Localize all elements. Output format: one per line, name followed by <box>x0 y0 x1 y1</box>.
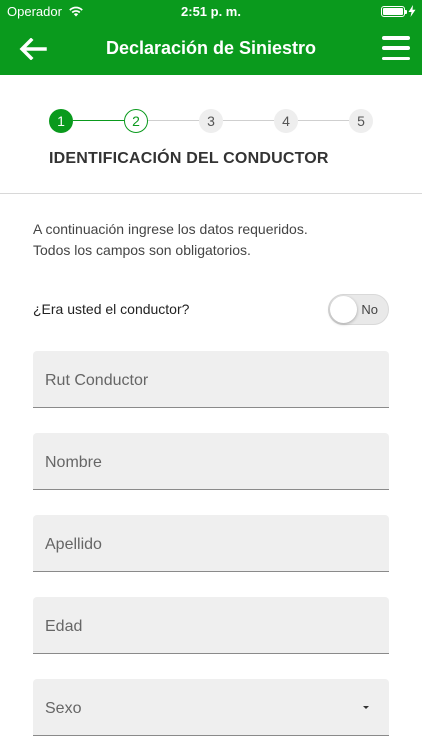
step-3: 3 <box>199 109 223 133</box>
step-connector <box>73 120 124 121</box>
apellido-label: Apellido <box>45 536 102 553</box>
intro-text: A continuación ingrese los datos requeri… <box>33 219 308 261</box>
driver-toggle[interactable]: No <box>328 294 389 325</box>
wifi-icon <box>69 6 83 17</box>
sexo-label: Sexo <box>45 700 82 717</box>
nombre-label: Nombre <box>45 454 102 471</box>
step-1: 1 <box>49 109 73 133</box>
charging-bolt-icon <box>408 5 416 17</box>
intro-line-2: Todos los campos son obligatorios. <box>33 242 251 258</box>
step-connector <box>148 120 199 121</box>
sexo-select[interactable]: Sexo <box>33 679 389 736</box>
driver-toggle-label: ¿Era usted el conductor? <box>33 301 190 317</box>
edad-field[interactable]: Edad <box>33 597 389 654</box>
hamburger-menu-icon[interactable] <box>382 36 410 60</box>
apellido-field[interactable]: Apellido <box>33 515 389 572</box>
step-2: 2 <box>124 109 148 133</box>
step-5: 5 <box>349 109 373 133</box>
battery-icon <box>381 5 407 17</box>
step-4: 4 <box>274 109 298 133</box>
carrier-name: Operador <box>7 3 62 19</box>
caret-down-icon <box>363 706 369 709</box>
stepper-section: 1 2 3 4 5 IDENTIFICACIÓN DEL CONDUCTOR <box>0 75 422 194</box>
toggle-value: No <box>361 302 378 317</box>
edad-label: Edad <box>45 618 83 635</box>
step-connector <box>298 120 349 121</box>
toggle-knob <box>330 296 357 323</box>
status-left: Operador <box>7 4 84 19</box>
rut-conductor-label: Rut Conductor <box>45 372 149 389</box>
step-connector <box>223 120 274 121</box>
status-bar: Operador 2:51 p. m. <box>0 0 422 22</box>
intro-line-1: A continuación ingrese los datos requeri… <box>33 221 308 237</box>
rut-conductor-field[interactable]: Rut Conductor <box>33 351 389 408</box>
driver-toggle-row: ¿Era usted el conductor? No <box>33 293 389 325</box>
nav-bar: Declaración de Siniestro <box>0 22 422 75</box>
page-title: Declaración de Siniestro <box>105 38 317 58</box>
status-right <box>381 5 416 17</box>
section-title: IDENTIFICACIÓN DEL CONDUCTOR <box>49 150 329 167</box>
nombre-field[interactable]: Nombre <box>33 433 389 490</box>
